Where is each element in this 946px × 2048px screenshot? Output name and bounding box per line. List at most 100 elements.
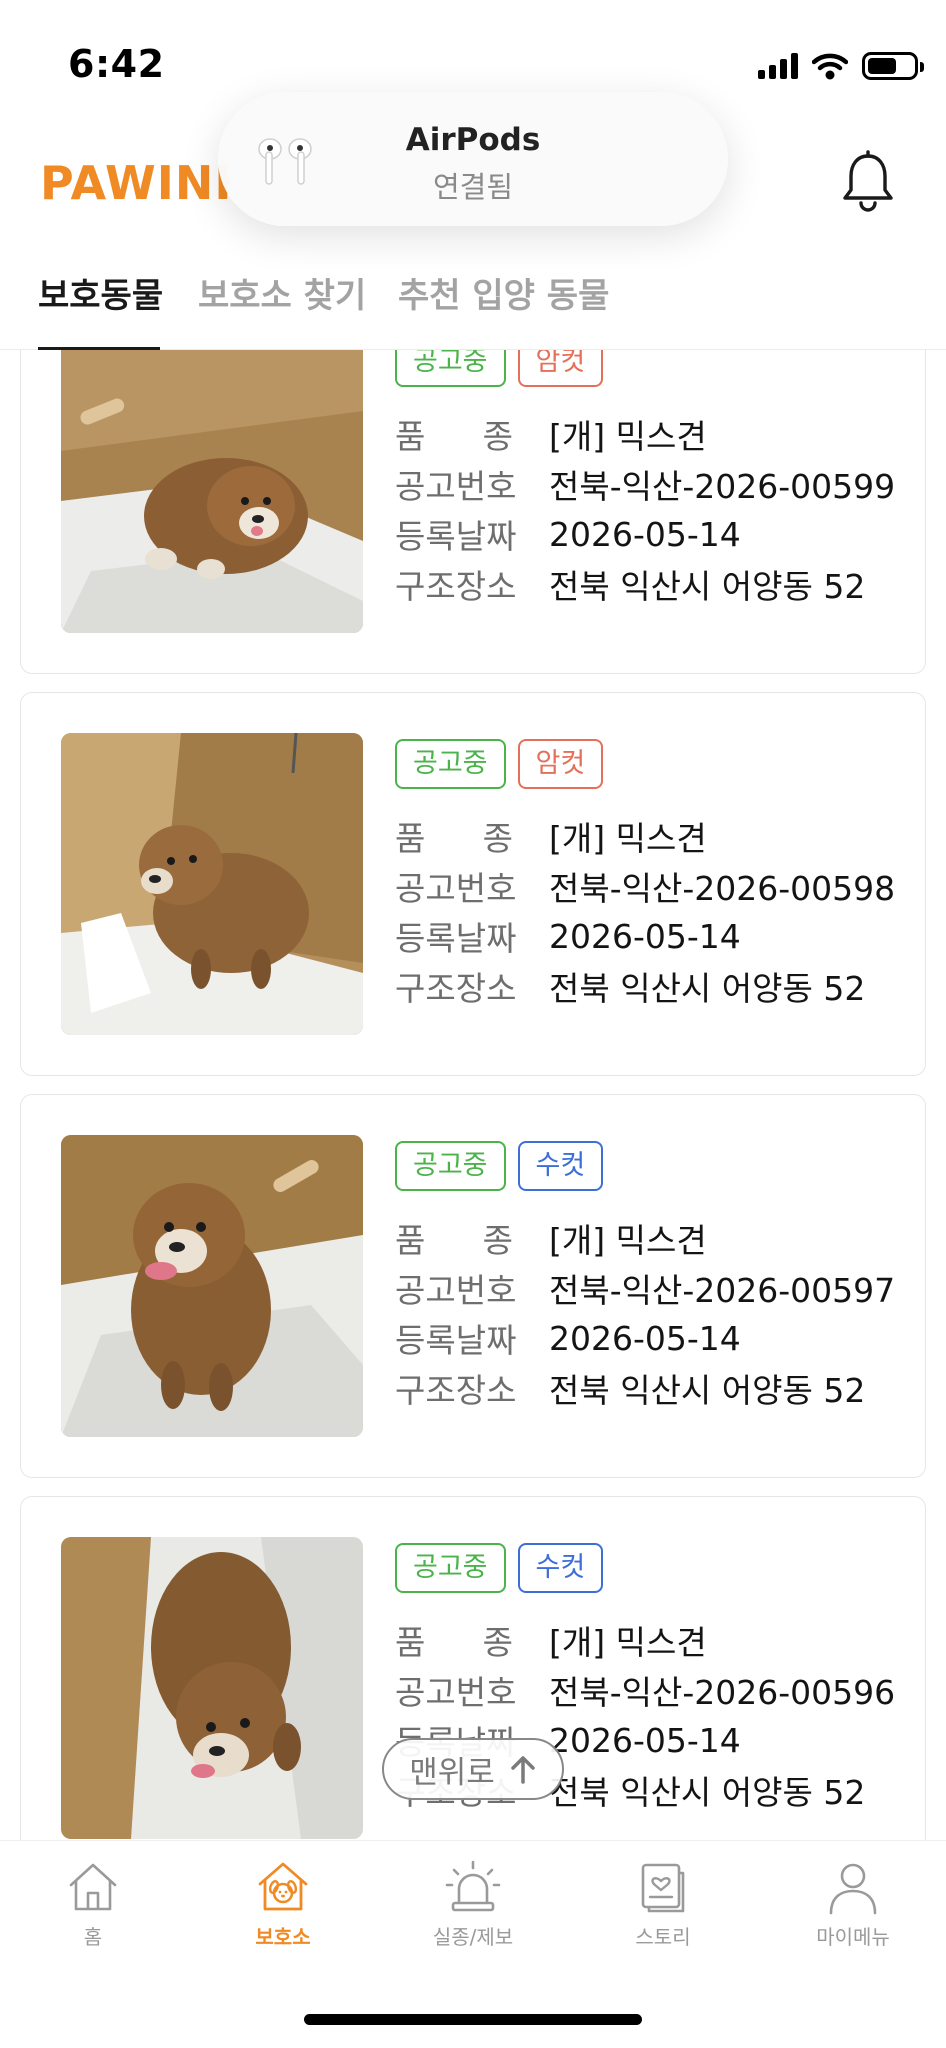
registration-date-row: 등록날짜 2026-05-14 [395,509,895,559]
sex-badge: 수컷 [517,1141,604,1191]
breed-row: 품 종 [개] 믹스견 [395,409,895,459]
status-icons [758,52,924,80]
registration-date-label: 등록날짜 [395,919,517,958]
sex-badge: 암컷 [517,350,604,387]
breed-value: [개] 믹스견 [549,819,707,858]
cellular-signal-icon [758,53,798,79]
nav-home[interactable]: 홈 [23,1859,163,1950]
registration-date-value: 2026-05-14 [549,514,741,554]
animal-photo[interactable] [61,1537,363,1839]
notice-number-label: 공고번호 [395,869,517,908]
breed-value: [개] 믹스견 [549,1221,707,1260]
app-logo[interactable]: PAWINHAND [40,156,230,210]
banner-title: AirPods [405,122,541,158]
nav-my-menu[interactable]: 마이메뉴 [783,1859,923,1950]
registration-date-label: 등록날짜 [395,517,517,556]
nav-missing-report-label: 실종/제보 [432,1925,514,1949]
notice-number-label: 공고번호 [395,1271,517,1310]
status-badge: 공고중 [395,1141,506,1191]
banner-subtitle: 연결됨 [432,170,514,204]
nav-missing-report[interactable]: 실종/제보 [403,1859,543,1950]
sex-badge: 암컷 [517,739,604,789]
breed-row: 품 종 [개] 믹스견 [395,1615,895,1665]
animal-card[interactable]: 공고중 암컷 품 종 [개] 믹스견 공고번호 전북-익산-2026-00598 등록… [20,692,926,1076]
notice-number-row: 공고번호 전북-익산-2026-00598 [395,861,895,911]
animal-list[interactable]: 공고중 암컷 품 종 [개] 믹스견 공고번호 전북-익산-2026-00599 등록… [0,350,946,1840]
nav-story[interactable]: 스토리 [593,1859,733,1950]
notice-number-value: 전북-익산-2026-00596 [549,1673,896,1712]
breed-row: 품 종 [개] 믹스견 [395,811,895,861]
rescue-place-value: 전북 익산시 어양동 52 [549,1371,866,1410]
person-icon [829,1863,877,1915]
nav-story-label: 스토리 [635,1925,691,1949]
animal-info: 품 종 [개] 믹스견 공고번호 전북-익산-2026-00598 등록날짜 2026-… [395,811,895,1011]
notice-number-label: 공고번호 [395,1673,517,1712]
wifi-icon [812,53,848,80]
tab-protected-animals[interactable]: 보호동물 [38,268,163,347]
rescue-place-value: 전북 익산시 어양동 52 [549,567,866,606]
animal-card[interactable]: 공고중 수컷 품 종 [개] 믹스견 공고번호 전북-익산-2026-00597 등록… [20,1094,926,1478]
animal-info: 품 종 [개] 믹스견 공고번호 전북-익산-2026-00599 등록날짜 2026-… [395,409,895,609]
status-badge: 공고중 [395,739,506,789]
rescue-place-value: 전북 익산시 어양동 52 [549,1773,866,1812]
tag-group: 공고중 암컷 [395,350,604,387]
animal-photo[interactable] [61,1135,363,1437]
animal-info: 품 종 [개] 믹스견 공고번호 전북-익산-2026-00597 등록날짜 2026-… [395,1213,895,1413]
registration-date-label: 등록날짜 [395,1321,517,1360]
rescue-place-row: 구조장소 전북 익산시 어양동 52 [395,559,895,609]
tag-group: 공고중 수컷 [395,1141,604,1191]
registration-date-row: 등록날짜 2026-05-14 [395,911,895,961]
arrow-up-icon [511,1756,535,1784]
battery-icon [862,52,924,80]
story-icon [641,1863,685,1913]
animal-card[interactable]: 공고중 암컷 품 종 [개] 믹스견 공고번호 전북-익산-2026-00599 등록… [20,350,926,674]
rescue-place-label: 구조장소 [395,1371,517,1410]
notice-number-value: 전북-익산-2026-00599 [549,467,896,506]
registration-date-row: 등록날짜 2026-05-14 [395,1313,895,1363]
scroll-to-top-label: 맨위로 [409,1754,495,1791]
breed-label: 품종 [395,1623,513,1662]
notice-number-row: 공고번호 전북-익산-2026-00597 [395,1263,895,1313]
rescue-place-value: 전북 익산시 어양동 52 [549,969,866,1008]
animal-photo[interactable] [61,350,363,633]
breed-value: [개] 믹스견 [549,1623,707,1662]
tag-group: 공고중 암컷 [395,739,604,789]
home-icon [69,1863,117,1911]
airpods-connected-banner[interactable]: AirPods 연결됨 [218,92,728,226]
breed-label: 품종 [395,417,513,456]
registration-date-value: 2026-05-14 [549,916,741,956]
notice-number-value: 전북-익산-2026-00598 [549,869,896,908]
breed-label: 품종 [395,819,513,858]
home-indicator[interactable] [304,2014,642,2025]
rescue-place-label: 구조장소 [395,969,517,1008]
scroll-to-top-button[interactable]: 맨위로 [382,1738,564,1800]
animal-photo[interactable] [61,733,363,1035]
tag-group: 공고중 수컷 [395,1543,604,1593]
sex-badge: 수컷 [517,1543,604,1593]
nav-home-label: 홈 [83,1925,103,1949]
status-badge: 공고중 [395,1543,506,1593]
bell-icon[interactable] [840,150,896,212]
tab-find-shelter[interactable]: 보호소 찾기 [198,268,366,347]
breed-row: 품 종 [개] 믹스견 [395,1213,895,1263]
status-badge: 공고중 [395,350,506,387]
breed-label: 품종 [395,1221,513,1260]
tab-bar: 보호동물 보호소 찾기 추천 입양 동물 [0,246,946,350]
nav-shelter[interactable]: 보호소 [213,1859,353,1950]
registration-date-value: 2026-05-14 [549,1318,741,1358]
registration-date-value: 2026-05-14 [549,1720,741,1760]
nav-my-menu-label: 마이메뉴 [816,1925,890,1949]
tab-recommended-adoption[interactable]: 추천 입양 동물 [398,268,609,347]
notice-number-row: 공고번호 전북-익산-2026-00599 [395,459,895,509]
siren-icon [445,1860,501,1912]
rescue-place-row: 구조장소 전북 익산시 어양동 52 [395,1363,895,1413]
notice-number-value: 전북-익산-2026-00597 [549,1271,896,1310]
shelter-icon [258,1862,308,1911]
nav-shelter-label: 보호소 [255,1925,311,1949]
notice-number-row: 공고번호 전북-익산-2026-00596 [395,1665,895,1715]
breed-value: [개] 믹스견 [549,417,707,456]
rescue-place-row: 구조장소 전북 익산시 어양동 52 [395,961,895,1011]
notice-number-label: 공고번호 [395,467,517,506]
rescue-place-label: 구조장소 [395,567,517,606]
status-time: 6:42 [68,42,165,86]
